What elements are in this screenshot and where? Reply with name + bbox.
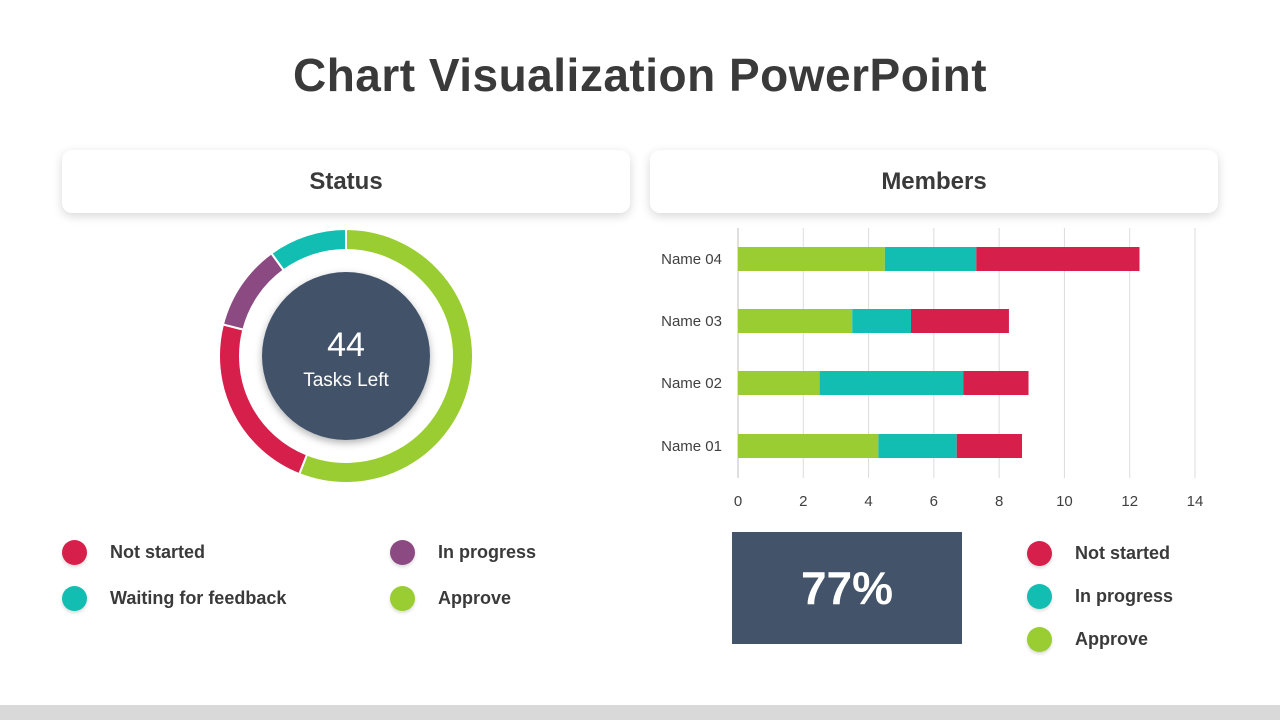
- bar-segment-in-progress: [884, 247, 977, 271]
- bar-segment-approve: [738, 309, 853, 333]
- legend-label: Not started: [1075, 543, 1171, 563]
- category-label: Name 01: [661, 438, 722, 455]
- members-legend-approve: Approve: [1027, 627, 1148, 652]
- legend-dot-icon: [62, 586, 87, 611]
- bar-segment-in-progress: [819, 371, 964, 395]
- tasks-left-label: Tasks Left: [303, 370, 389, 391]
- x-tick-label: 8: [995, 493, 1003, 510]
- bar-segment-approve: [738, 434, 879, 458]
- bar-segment-approve: [738, 371, 820, 395]
- x-tick-label: 12: [1121, 493, 1138, 510]
- completion-kpi-value: 77%: [800, 562, 894, 614]
- status-donut-chart: 44 Tasks Left: [218, 227, 474, 484]
- legend-label: In progress: [1075, 586, 1174, 606]
- category-label: Name 02: [661, 375, 722, 392]
- status-legend-waiting-for-feedback: Waiting for feedback: [62, 586, 286, 611]
- x-tick-label: 6: [930, 493, 938, 510]
- status-legend-approve: Approve: [390, 586, 511, 611]
- legend-label: In progress: [438, 542, 537, 562]
- legend-label: Waiting for feedback: [110, 588, 287, 608]
- legend-dot-icon: [1027, 584, 1052, 609]
- legend-dot-icon: [390, 586, 415, 611]
- members-card-header: Members: [650, 150, 1218, 213]
- bar-segment-approve: [738, 247, 885, 271]
- members-legend-not-started: Not started: [1027, 541, 1170, 566]
- status-card-header: Status: [62, 150, 630, 213]
- legend-dot-icon: [1027, 627, 1052, 652]
- bar-segment-in-progress: [852, 309, 912, 333]
- bar-segment-not-started: [956, 434, 1022, 458]
- status-heading: Status: [309, 167, 383, 195]
- category-label: Name 04: [661, 251, 722, 268]
- members-heading: Members: [881, 167, 987, 195]
- bar-segment-not-started: [911, 309, 1009, 333]
- x-tick-label: 2: [799, 493, 807, 510]
- x-tick-label: 4: [864, 493, 872, 510]
- status-legend-in-progress: In progress: [390, 540, 536, 565]
- completion-kpi: 77%: [732, 532, 962, 644]
- x-tick-label: 14: [1187, 493, 1204, 510]
- page-title: Chart Visualization PowerPoint: [292, 49, 988, 101]
- legend-label: Approve: [438, 588, 512, 608]
- legend-dot-icon: [390, 540, 415, 565]
- bar-segment-not-started: [963, 371, 1029, 395]
- x-tick-label: 10: [1056, 493, 1073, 510]
- donut-slice-waiting-for-feedback: [269, 227, 347, 272]
- bar-segment-in-progress: [878, 434, 957, 458]
- legend-label: Not started: [110, 542, 206, 562]
- x-tick-label: 0: [734, 493, 742, 510]
- legend-dot-icon: [62, 540, 87, 565]
- members-legend-in-progress: In progress: [1027, 584, 1173, 609]
- category-label: Name 03: [661, 313, 722, 330]
- members-bar-chart: Name 04 Name 03 Name 02 Name 01 0 2 4 6 8 10 12 14: [661, 228, 1204, 510]
- footer-bar: [0, 705, 1280, 720]
- bar-segment-not-started: [976, 247, 1140, 271]
- legend-label: Approve: [1075, 629, 1149, 649]
- status-legend-not-started: Not started: [62, 540, 205, 565]
- tasks-left-value: 44: [327, 326, 365, 364]
- legend-dot-icon: [1027, 541, 1052, 566]
